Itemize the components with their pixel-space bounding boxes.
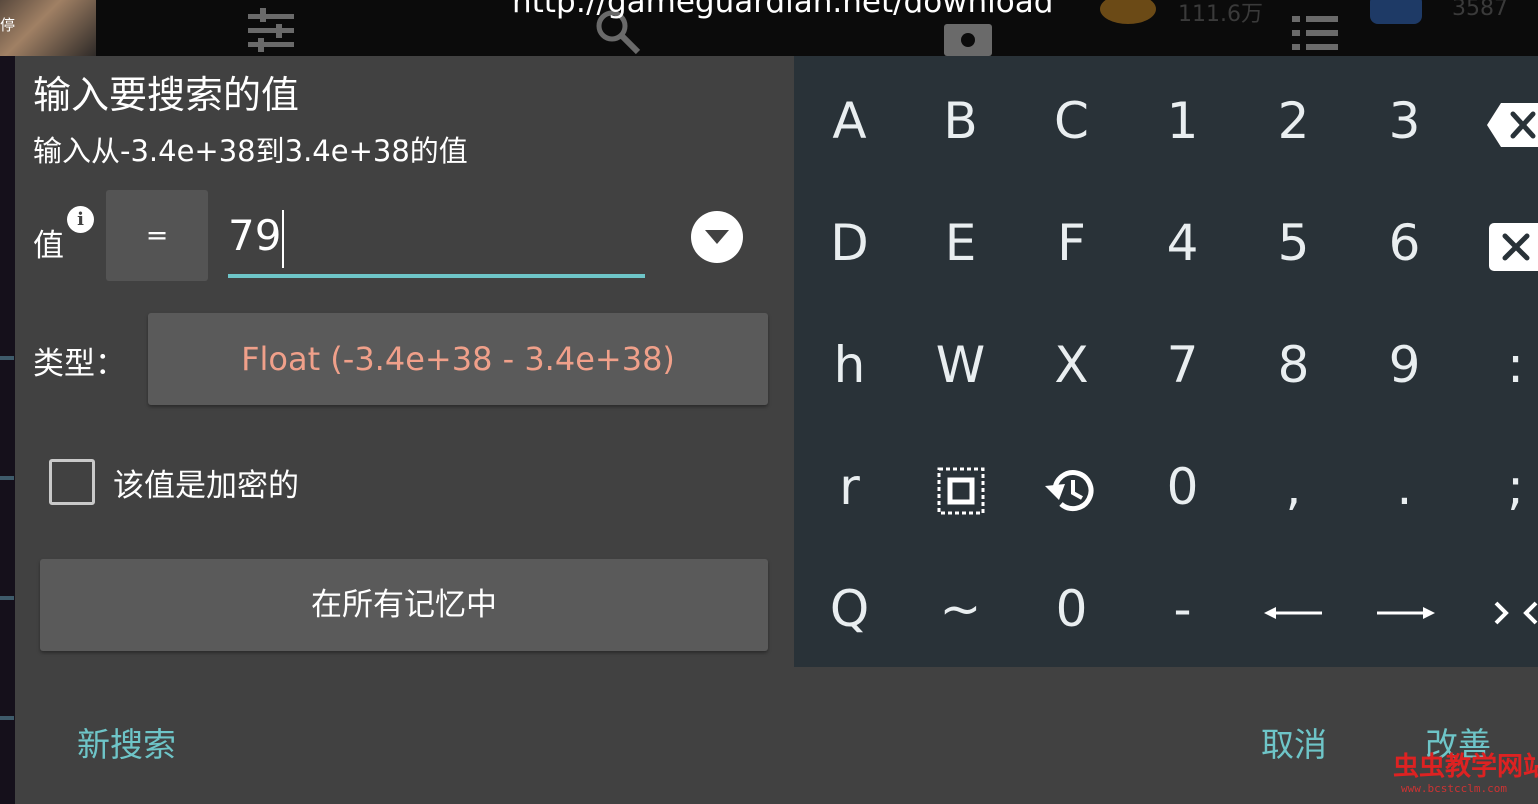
dialog-title: 输入要搜索的值 xyxy=(33,73,300,117)
key[interactable]: 1 xyxy=(1127,60,1238,182)
value-label: 值 xyxy=(33,228,64,264)
operator-button[interactable]: = xyxy=(106,190,208,281)
backspace-icon xyxy=(1486,102,1538,147)
chevron-down-icon xyxy=(705,230,729,244)
key[interactable]: - xyxy=(1127,548,1238,670)
edge-marker xyxy=(0,596,14,600)
type-label: 类型： xyxy=(33,346,126,382)
value-history-dropdown[interactable] xyxy=(691,211,743,263)
history-icon xyxy=(1044,469,1093,511)
dialog-subtitle: 输入从-3.4e+38到3.4e+38的值 xyxy=(33,134,468,168)
key[interactable]: E xyxy=(905,182,1016,304)
background-toolbar: 停 http://gameguardian.net/download 111.6… xyxy=(0,0,1538,56)
key-clear[interactable] xyxy=(1460,182,1538,304)
key[interactable]: : xyxy=(1460,304,1538,426)
background-stat: 3587 xyxy=(1452,0,1508,21)
encrypted-label[interactable]: 该值是加密的 xyxy=(113,460,299,505)
pause-label: 停 xyxy=(0,16,16,34)
new-search-button[interactable]: 新搜索 xyxy=(77,718,176,766)
search-all-memory-button[interactable]: 在所有记忆中 xyxy=(40,559,768,651)
search-value-dialog: 输入要搜索的值 输入从-3.4e+38到3.4e+38的值 值 i = 79 类… xyxy=(15,56,1538,804)
save-icon xyxy=(944,24,992,56)
key[interactable]: . xyxy=(1349,426,1460,548)
key[interactable]: X xyxy=(1016,304,1127,426)
key[interactable]: A xyxy=(794,60,905,182)
key[interactable]: 2 xyxy=(1238,60,1349,182)
key[interactable]: h xyxy=(794,304,905,426)
key[interactable]: 0 xyxy=(1127,426,1238,548)
clear-icon xyxy=(1488,222,1538,271)
type-selector[interactable]: Float (-3.4e+38 - 3.4e+38) xyxy=(148,313,768,405)
encrypted-checkbox[interactable] xyxy=(49,459,95,505)
key[interactable]: 4 xyxy=(1127,182,1238,304)
key-swap[interactable] xyxy=(1460,548,1538,670)
key[interactable]: 7 xyxy=(1127,304,1238,426)
arrow-right-icon xyxy=(1376,606,1435,619)
key[interactable]: Q xyxy=(794,548,905,670)
key[interactable]: , xyxy=(1238,426,1349,548)
edge-marker xyxy=(0,476,14,480)
key[interactable]: 0 xyxy=(1016,548,1127,670)
key[interactable]: 9 xyxy=(1349,304,1460,426)
key-history[interactable] xyxy=(1016,426,1127,548)
key[interactable]: 5 xyxy=(1238,182,1349,304)
key[interactable]: 6 xyxy=(1349,182,1460,304)
key[interactable]: F xyxy=(1016,182,1127,304)
background-stat: 111.6万 xyxy=(1178,2,1263,27)
settings-sliders-icon xyxy=(248,8,294,52)
key-arrow-left[interactable] xyxy=(1238,548,1349,670)
key[interactable]: 8 xyxy=(1238,304,1349,426)
key[interactable]: 3 xyxy=(1349,60,1460,182)
info-icon[interactable]: i xyxy=(67,206,94,233)
background-edge xyxy=(0,56,15,804)
key[interactable]: r xyxy=(794,426,905,548)
key[interactable]: ~ xyxy=(905,548,1016,670)
watermark: 虫虫教学网站 xyxy=(1393,752,1538,782)
key[interactable]: C xyxy=(1016,60,1127,182)
key[interactable]: W xyxy=(905,304,1016,426)
cancel-button[interactable]: 取消 xyxy=(1261,718,1327,766)
value-text: 79 xyxy=(228,211,282,260)
arrow-left-icon xyxy=(1263,606,1322,619)
gem-icon xyxy=(1370,0,1422,24)
key[interactable]: B xyxy=(905,60,1016,182)
key-arrow-right[interactable] xyxy=(1349,548,1460,670)
edge-marker xyxy=(0,716,14,720)
key[interactable]: ; xyxy=(1460,426,1538,548)
key[interactable]: D xyxy=(794,182,905,304)
value-input[interactable]: 79 xyxy=(228,198,645,278)
watermark-url: www.bcstcclm.com xyxy=(1401,782,1507,795)
key-select-all[interactable] xyxy=(905,426,1016,548)
list-icon xyxy=(1292,16,1338,50)
key-backspace[interactable] xyxy=(1460,60,1538,182)
custom-keyboard: A B C 1 2 3 D E F 4 5 6 h W X 7 8 9: r 0,.; Q ~0- xyxy=(794,56,1538,667)
text-caret xyxy=(282,209,285,268)
select-all-icon xyxy=(937,467,984,514)
coin-icon xyxy=(1100,0,1156,24)
swap-icon xyxy=(1494,601,1537,624)
edge-marker xyxy=(0,356,14,360)
